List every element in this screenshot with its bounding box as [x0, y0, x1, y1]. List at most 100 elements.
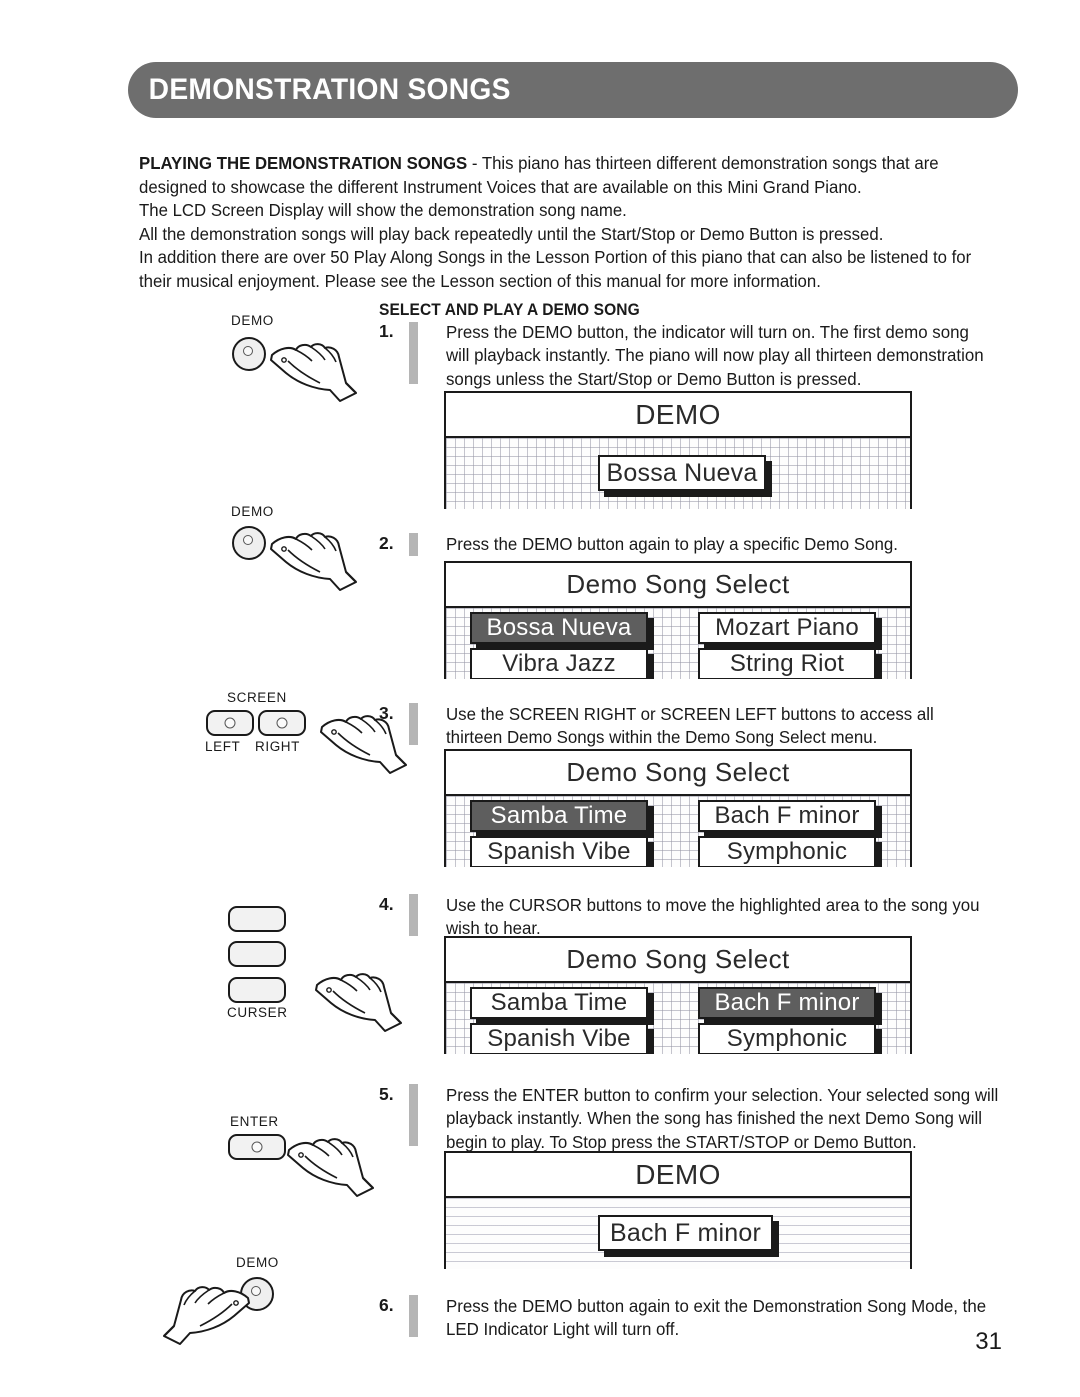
- step-1-line-3: songs unless the Start/Stop or Demo Butt…: [446, 368, 862, 389]
- song-cell-4[interactable]: String Riot: [698, 648, 876, 679]
- manual-page: DEMONSTRATION SONGS PLAYING THE DEMONSTR…: [0, 0, 1080, 1397]
- song-cell-label: String Riot: [729, 650, 845, 677]
- lcd-body-3: Samba Time Bach F minor Spanish Vibe Sym…: [446, 796, 910, 867]
- step-bar-4: [409, 894, 418, 936]
- lcd-title-1: DEMO: [446, 393, 910, 438]
- intro-line-2: designed to showcase the different Instr…: [139, 176, 862, 197]
- intro-line-4: All the demonstration songs will play ba…: [139, 223, 884, 244]
- curser-group-label: CURSER: [227, 1005, 288, 1020]
- step-bar-1: [409, 322, 418, 384]
- screen-left-label: LEFT: [205, 739, 241, 754]
- lcd-screen-4: Demo Song Select Samba Time Bach F minor…: [444, 936, 912, 1054]
- song-cell-1[interactable]: Samba Time: [470, 987, 648, 1019]
- lcd-title-3: Demo Song Select: [446, 751, 910, 796]
- lcd-screen-1: DEMO Bossa Nueva: [444, 391, 912, 509]
- demo-button-1[interactable]: [232, 337, 266, 371]
- step-text-3: Use the SCREEN RIGHT or SCREEN LEFT butt…: [446, 703, 999, 750]
- step-number-2: 2.: [379, 533, 394, 553]
- intro-line-3: The LCD Screen Display will show the dem…: [139, 200, 627, 221]
- song-cell-label: Samba Time: [490, 802, 628, 829]
- section-heading: SELECT AND PLAY A DEMO SONG: [379, 301, 640, 319]
- step-4-line-1: Use the CURSOR buttons to move the highl…: [446, 895, 980, 915]
- song-cell-4[interactable]: Symphonic: [698, 1023, 876, 1054]
- step-bar-6: [409, 1295, 418, 1337]
- song-cell-3[interactable]: Spanish Vibe: [470, 1023, 648, 1054]
- song-chip-label: Bossa Nueva: [606, 458, 758, 487]
- pointing-hand-icon-4: [315, 973, 402, 1032]
- pointing-hand-icon-6: [163, 1286, 250, 1345]
- page-title: DEMONSTRATION SONGS: [148, 73, 511, 106]
- step-5-line-1: Press the ENTER button to confirm your s…: [446, 1085, 999, 1105]
- song-cell-2[interactable]: Mozart Piano: [698, 612, 876, 644]
- step-6-line-2: LED Indicator Light will turn off.: [446, 1319, 680, 1340]
- song-cell-3[interactable]: Spanish Vibe: [470, 836, 648, 867]
- song-cell-2[interactable]: Bach F minor: [698, 987, 876, 1019]
- lcd-body-2: Bossa Nueva Mozart Piano Vibra Jazz Stri…: [446, 608, 910, 679]
- lcd-screen-5: DEMO Bach F minor: [444, 1151, 912, 1269]
- song-cell-1[interactable]: Bossa Nueva: [470, 612, 648, 644]
- lcd-title-2: Demo Song Select: [446, 563, 910, 608]
- song-cell-label: Mozart Piano: [715, 614, 859, 641]
- led-indicator-icon: [276, 717, 288, 729]
- step-2-line-1: Press the DEMO button again to play a sp…: [446, 534, 898, 554]
- intro-line-1-rest: - This piano has thirteen different demo…: [467, 153, 939, 173]
- curser-button-2[interactable]: [228, 941, 286, 967]
- curser-button-3[interactable]: [228, 977, 286, 1003]
- step-text-5: Press the ENTER button to confirm your s…: [446, 1084, 1009, 1154]
- song-cell-2[interactable]: Bach F minor: [698, 800, 876, 832]
- pointing-hand-icon-2: [270, 532, 357, 591]
- lcd-body-1: Bossa Nueva: [446, 438, 910, 509]
- song-cell-label: Symphonic: [726, 838, 848, 865]
- step-1-line-2: will playback instantly. The piano will …: [446, 345, 984, 366]
- step-5-line-2: playback instantly. When the song has fi…: [446, 1108, 983, 1129]
- song-cell-label: Vibra Jazz: [502, 650, 616, 677]
- pointing-hand-icon-1: [270, 343, 357, 402]
- song-cell-label: Spanish Vibe: [487, 1025, 631, 1052]
- song-cell-3[interactable]: Vibra Jazz: [470, 648, 648, 679]
- step-number-6: 6.: [379, 1295, 394, 1315]
- enter-button[interactable]: [228, 1134, 286, 1160]
- intro-line-6: their musical enjoyment. Please see the …: [139, 270, 821, 291]
- page-number: 31: [975, 1328, 1002, 1355]
- step-6-line-1: Press the DEMO button again to exit the …: [446, 1296, 987, 1316]
- led-indicator-icon: [251, 1141, 263, 1153]
- step-bar-3: [409, 703, 418, 745]
- step-3-line-2: thirteen Demo Songs within the Demo Song…: [446, 727, 878, 748]
- pointing-hand-icon-5: [287, 1138, 374, 1197]
- step-text-4: Use the CURSOR buttons to move the highl…: [446, 894, 999, 941]
- lcd-screen-2: Demo Song Select Bossa Nueva Mozart Pian…: [444, 561, 912, 679]
- song-cell-label: Bach F minor: [714, 989, 860, 1016]
- step-text-2: Press the DEMO button again to play a sp…: [446, 533, 999, 556]
- step-bar-2: [409, 533, 418, 556]
- song-cell-label: Bach F minor: [714, 802, 860, 829]
- led-indicator-icon: [251, 1286, 261, 1296]
- intro-line-1: PLAYING THE DEMONSTRATION SONGS - This p…: [139, 152, 988, 176]
- demo-button-2[interactable]: [232, 526, 266, 560]
- lcd-title-4: Demo Song Select: [446, 938, 910, 983]
- intro-paragraph: PLAYING THE DEMONSTRATION SONGS - This p…: [139, 152, 988, 294]
- song-cell-label: Spanish Vibe: [487, 838, 631, 865]
- song-chip-label: Bach F minor: [609, 1218, 762, 1247]
- led-indicator-icon: [224, 717, 236, 729]
- song-cell-label: Bossa Nueva: [486, 614, 632, 641]
- step-number-4: 4.: [379, 894, 394, 914]
- screen-left-button[interactable]: [206, 710, 254, 736]
- step-text-1: Press the DEMO button, the indicator wil…: [446, 321, 999, 391]
- step-bar-5: [409, 1084, 418, 1146]
- demo-button-label-3: DEMO: [236, 1255, 279, 1270]
- song-chip-current: Bossa Nueva: [598, 455, 766, 491]
- pointing-hand-icon-3: [320, 715, 407, 774]
- demo-button-label-1: DEMO: [231, 313, 274, 328]
- screen-right-button[interactable]: [258, 710, 306, 736]
- step-3-line-1: Use the SCREEN RIGHT or SCREEN LEFT butt…: [446, 704, 934, 724]
- song-cell-label: Symphonic: [726, 1025, 848, 1052]
- led-indicator-icon: [243, 346, 253, 356]
- lcd-body-5: Bach F minor: [446, 1198, 910, 1269]
- enter-button-label: ENTER: [230, 1114, 279, 1129]
- curser-button-1[interactable]: [228, 906, 286, 932]
- song-chip-current: Bach F minor: [598, 1215, 773, 1251]
- song-cell-label: Samba Time: [490, 989, 628, 1016]
- step-text-6: Press the DEMO button again to exit the …: [446, 1295, 1009, 1342]
- song-cell-4[interactable]: Symphonic: [698, 836, 876, 867]
- song-cell-1[interactable]: Samba Time: [470, 800, 648, 832]
